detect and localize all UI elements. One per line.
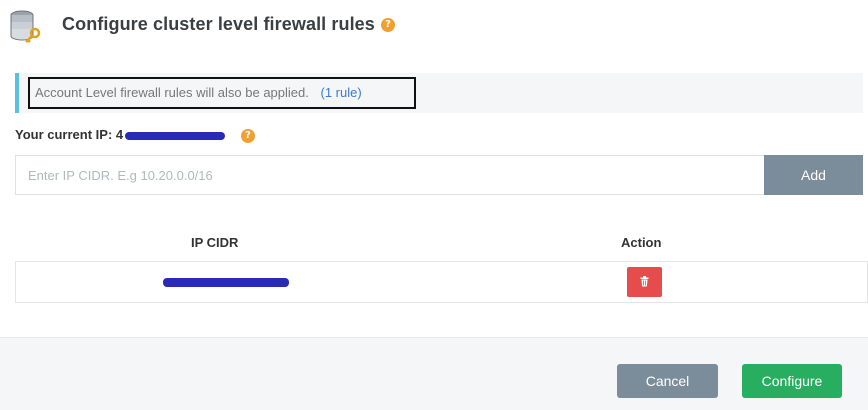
- page-title: Configure cluster level firewall rules: [62, 14, 375, 34]
- info-message: Account Level firewall rules will also b…: [28, 77, 416, 109]
- trash-icon: [640, 276, 649, 287]
- delete-rule-button[interactable]: [627, 267, 662, 297]
- column-header-action: Action: [621, 235, 662, 250]
- current-ip-prefix: 4: [115, 127, 124, 142]
- cancel-button[interactable]: Cancel: [617, 364, 718, 398]
- column-header-ip-cidr: IP CIDR: [191, 235, 239, 250]
- dialog-footer: Cancel Configure: [0, 337, 868, 410]
- current-ip-row: Your current IP: 4: [15, 127, 226, 142]
- ip-cidr-input[interactable]: [15, 155, 765, 195]
- current-ip-label: Your current IP:: [15, 127, 113, 142]
- ip-help-icon[interactable]: ?: [241, 129, 255, 143]
- configure-button[interactable]: Configure: [742, 364, 842, 398]
- current-ip-redaction: [125, 131, 226, 140]
- info-text: Account Level firewall rules will also b…: [35, 85, 309, 100]
- add-button[interactable]: Add: [764, 155, 863, 195]
- database-key-icon: [10, 10, 41, 43]
- account-rules-link[interactable]: (1 rule): [321, 85, 362, 100]
- dialog-header: Configure cluster level firewall rules ?: [0, 0, 868, 52]
- table-row: [15, 261, 868, 303]
- help-icon[interactable]: ?: [381, 18, 395, 32]
- ip-cidr-redaction: [163, 278, 289, 287]
